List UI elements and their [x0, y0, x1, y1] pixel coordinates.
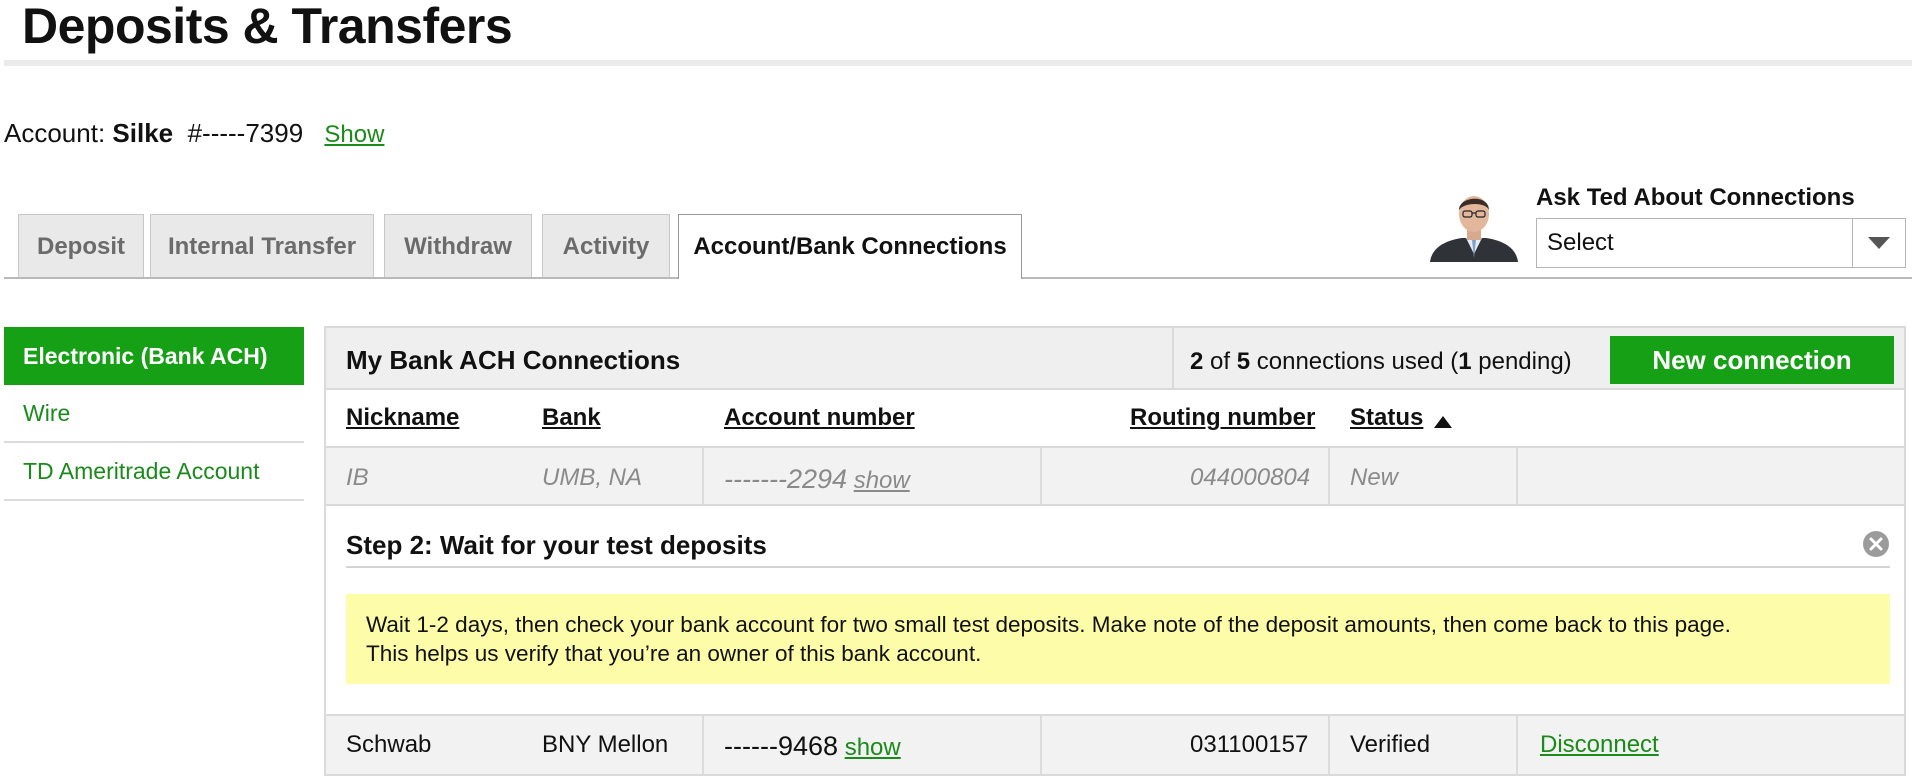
notice-line-1: Wait 1-2 days, then check your bank acco… [366, 612, 1731, 637]
column-divider [1516, 448, 1518, 504]
disconnect-link[interactable]: Disconnect [1540, 731, 1659, 759]
step-title: Step 2: Wait for your test deposits [346, 530, 767, 560]
column-divider [1040, 448, 1042, 504]
dropdown-arrow-box[interactable] [1852, 219, 1905, 267]
column-header-routing-number[interactable]: Routing number [1130, 404, 1315, 432]
column-divider [1516, 716, 1518, 774]
usage-of: of [1210, 348, 1231, 375]
notice-line-2: This helps us verify that you’re an owne… [366, 641, 982, 666]
panel-title: My Bank ACH Connections [346, 345, 681, 375]
column-header-account-number[interactable]: Account number [724, 404, 915, 432]
row-bank: BNY Mellon [542, 731, 669, 758]
page-title: Deposits & Transfers [22, 0, 513, 54]
account-number: #-----7399 [187, 118, 304, 148]
sidebar-item-electronic-ach[interactable]: Electronic (Bank ACH) [4, 327, 304, 385]
account-name: Silke [112, 118, 174, 148]
row-routing-number: 044000804 [1190, 464, 1311, 491]
sort-ascending-icon[interactable] [1434, 416, 1452, 428]
account-info: Account: Silke #-----7399 Show [4, 116, 384, 152]
row-status: New [1350, 464, 1399, 491]
row-bank: UMB, NA [542, 464, 643, 491]
tab-deposit[interactable]: Deposit [18, 214, 144, 278]
row-nickname: Schwab [346, 731, 432, 758]
tab-internal-transfer[interactable]: Internal Transfer [150, 214, 374, 278]
title-divider [4, 60, 1912, 66]
masked-account-number: -------2294 [724, 464, 848, 494]
column-divider [1328, 448, 1330, 504]
column-header-bank[interactable]: Bank [542, 404, 601, 432]
chevron-down-icon [1868, 237, 1890, 249]
column-header-nickname[interactable]: Nickname [346, 404, 459, 432]
tab-withdraw[interactable]: Withdraw [384, 214, 532, 278]
column-divider [1328, 716, 1330, 774]
close-icon[interactable] [1862, 530, 1890, 558]
row-account-number: -------2294 show [724, 464, 910, 495]
tab-account-bank-connections[interactable]: Account/Bank Connections [678, 214, 1022, 279]
column-divider [702, 448, 704, 504]
usage-end: pending) [1478, 348, 1572, 375]
show-account-number-link[interactable]: show [845, 734, 901, 761]
ask-ted-dropdown[interactable]: Select [1536, 218, 1906, 268]
person-avatar-icon [1430, 196, 1518, 262]
usage-pending: 1 [1458, 348, 1472, 375]
sidebar-item-wire[interactable]: Wire [4, 385, 304, 443]
row-routing-number: 031100157 [1190, 731, 1309, 758]
column-divider [1040, 716, 1042, 774]
usage-total: 5 [1236, 348, 1251, 375]
tab-activity[interactable]: Activity [542, 214, 670, 278]
show-account-link[interactable]: Show [324, 121, 384, 148]
header-divider [1172, 328, 1174, 390]
step-divider [346, 566, 1890, 568]
ask-ted-label: Ask Ted About Connections [1536, 184, 1855, 211]
new-connection-button[interactable]: New connection [1610, 336, 1894, 384]
row-nickname: IB [346, 464, 369, 491]
usage-used: 2 [1190, 348, 1204, 375]
sidebar-item-td-ameritrade-account[interactable]: TD Ameritrade Account [4, 443, 304, 501]
usage-mid: connections used ( [1256, 348, 1459, 375]
account-label: Account: [4, 118, 106, 148]
show-account-number-link[interactable]: show [854, 467, 910, 494]
connections-usage: 2 of 5 connections used (1 pending) [1190, 348, 1572, 376]
row-status: Verified [1350, 731, 1431, 758]
ask-ted-selected-value: Select [1547, 229, 1614, 256]
masked-account-number: ------9468 [724, 731, 839, 761]
row-account-number: ------9468 show [724, 731, 901, 762]
column-header-status[interactable]: Status [1350, 404, 1423, 432]
column-divider [702, 716, 704, 774]
test-deposit-notice: Wait 1-2 days, then check your bank acco… [346, 594, 1890, 684]
